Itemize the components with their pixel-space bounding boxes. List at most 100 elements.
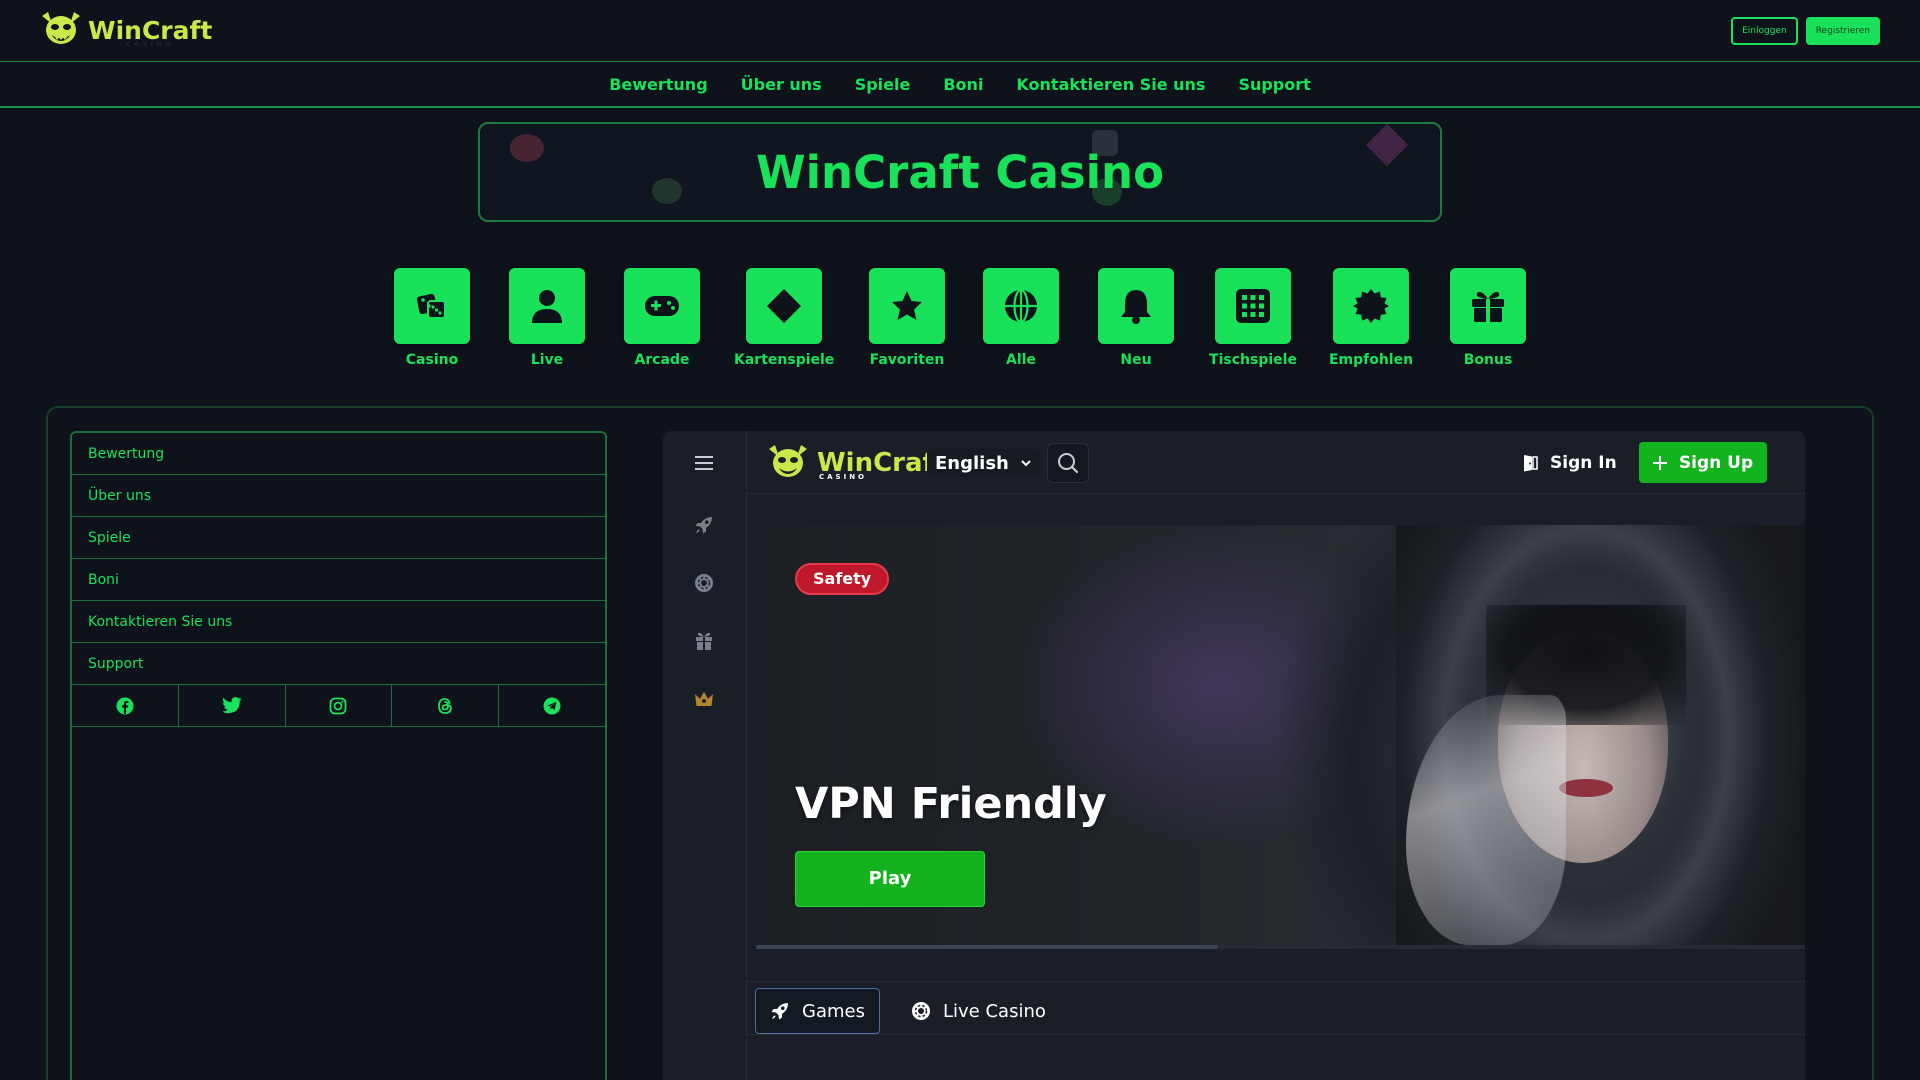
site-logo-subtext: CASINO bbox=[819, 473, 868, 481]
sign-up-label: Sign Up bbox=[1678, 452, 1754, 473]
category-alle[interactable]: Alle bbox=[971, 268, 1071, 368]
tab-live-casino[interactable]: Live Casino bbox=[897, 988, 1060, 1034]
rail-live-button[interactable] bbox=[691, 570, 717, 596]
game-tabs: Games Live Casino bbox=[747, 981, 1805, 1035]
sign-in-label: Sign In bbox=[1550, 453, 1617, 473]
language-select[interactable]: English bbox=[927, 449, 1041, 477]
search-icon bbox=[1058, 453, 1079, 474]
category-tischspiele[interactable]: Tischspiele bbox=[1203, 268, 1303, 368]
category-casino[interactable]: Casino bbox=[382, 268, 482, 368]
rail-games-button[interactable] bbox=[691, 512, 717, 538]
hero-banner: WinCraft Casino bbox=[478, 122, 1442, 222]
sidemenu-item-ueber-uns[interactable]: Über uns bbox=[72, 475, 605, 517]
threads-icon bbox=[438, 697, 453, 714]
embedded-casino-site: WinCraft CASINO English Sign In Sign Up … bbox=[663, 431, 1805, 1080]
sign-in-button[interactable]: Sign In bbox=[1520, 449, 1617, 477]
badge-icon bbox=[1353, 289, 1389, 323]
banner-title: WinCraft Casino bbox=[756, 146, 1164, 199]
category-label: Tischspiele bbox=[1209, 352, 1297, 368]
category-arcade[interactable]: Arcade bbox=[612, 268, 712, 368]
rocket-icon bbox=[695, 517, 712, 534]
social-links bbox=[72, 685, 605, 727]
hero-slide[interactable]: Safety VPN Friendly Play bbox=[756, 525, 1805, 945]
category-label: Arcade bbox=[634, 352, 690, 368]
logo-text: WinCraft bbox=[88, 15, 213, 45]
language-value: English bbox=[935, 452, 1009, 474]
site-header: WinCraft CASINO English Sign In Sign Up bbox=[747, 431, 1805, 494]
hamburger-icon bbox=[695, 456, 713, 470]
nav-link-ueber-uns[interactable]: Über uns bbox=[741, 75, 822, 94]
category-label: Alle bbox=[1006, 352, 1036, 368]
grid-icon bbox=[1236, 289, 1270, 323]
dice-icon bbox=[416, 293, 446, 319]
search-button[interactable] bbox=[1047, 443, 1089, 483]
crown-icon bbox=[695, 692, 713, 706]
tab-label: Live Casino bbox=[943, 1000, 1046, 1022]
chevron-down-icon bbox=[1021, 459, 1031, 466]
category-bonus[interactable]: Bonus bbox=[1438, 268, 1538, 368]
category-label: Casino bbox=[405, 352, 459, 368]
sidemenu-item-support[interactable]: Support bbox=[72, 643, 605, 685]
plus-icon bbox=[1652, 455, 1667, 470]
site-side-rail bbox=[663, 431, 747, 1080]
slider-progress bbox=[756, 945, 1805, 949]
logo-subtext: CASINO bbox=[126, 40, 175, 48]
instagram-link[interactable] bbox=[286, 685, 393, 726]
rocket-icon bbox=[771, 1003, 788, 1020]
category-label: Empfohlen bbox=[1328, 352, 1414, 368]
diamond-icon bbox=[767, 289, 801, 323]
category-label: Bonus bbox=[1463, 352, 1513, 368]
login-button[interactable]: Einloggen bbox=[1731, 17, 1798, 45]
rail-bonus-button[interactable] bbox=[691, 628, 717, 654]
sidemenu-item-bewertung[interactable]: Bewertung bbox=[72, 433, 605, 475]
side-menu: Bewertung Über uns Spiele Boni Kontaktie… bbox=[70, 431, 607, 1080]
star-icon bbox=[892, 291, 922, 320]
twitter-icon bbox=[221, 697, 242, 714]
tab-games[interactable]: Games bbox=[755, 988, 880, 1034]
rail-vip-button[interactable] bbox=[691, 686, 717, 712]
category-live[interactable]: Live bbox=[497, 268, 597, 368]
category-label: Favoriten bbox=[869, 352, 945, 368]
sidemenu-item-spiele[interactable]: Spiele bbox=[72, 517, 605, 559]
top-header: WinCraft CASINO Einloggen Registrieren bbox=[0, 0, 1920, 62]
category-neu[interactable]: Neu bbox=[1086, 268, 1186, 368]
globe-icon bbox=[1005, 288, 1037, 324]
bell-icon bbox=[1121, 290, 1151, 324]
register-button[interactable]: Registrieren bbox=[1805, 17, 1880, 45]
tab-label: Games bbox=[802, 1000, 865, 1022]
slider-progress-fill bbox=[756, 945, 1218, 949]
play-button[interactable]: Play bbox=[795, 851, 985, 907]
hamburger-menu-button[interactable] bbox=[691, 450, 717, 476]
category-label: Kartenspiele bbox=[734, 352, 835, 368]
main-nav: Bewertung Über uns Spiele Boni Kontaktie… bbox=[0, 62, 1920, 108]
category-favoriten[interactable]: Favoriten bbox=[857, 268, 957, 368]
category-kartenspiele[interactable]: Kartenspiele bbox=[734, 268, 834, 368]
telegram-link[interactable] bbox=[499, 685, 605, 726]
goblin-mascot-icon bbox=[42, 12, 80, 44]
facebook-link[interactable] bbox=[72, 685, 179, 726]
category-empfohlen[interactable]: Empfohlen bbox=[1321, 268, 1421, 368]
sidemenu-item-kontakt[interactable]: Kontaktieren Sie uns bbox=[72, 601, 605, 643]
threads-link[interactable] bbox=[392, 685, 500, 726]
sign-up-button[interactable]: Sign Up bbox=[1639, 442, 1767, 483]
gift-icon bbox=[1472, 291, 1504, 322]
safety-badge: Safety bbox=[795, 563, 890, 595]
site-logo[interactable]: WinCraft CASINO bbox=[763, 443, 946, 483]
live-chip-icon bbox=[912, 1002, 930, 1020]
telegram-icon bbox=[543, 697, 561, 714]
facebook-icon bbox=[116, 697, 134, 714]
nav-link-kontakt[interactable]: Kontaktieren Sie uns bbox=[1016, 75, 1205, 94]
category-label: Live bbox=[530, 352, 564, 368]
gift-icon bbox=[696, 632, 712, 650]
twitter-link[interactable] bbox=[179, 685, 286, 726]
category-label: Neu bbox=[1120, 352, 1152, 368]
nav-link-bewertung[interactable]: Bewertung bbox=[609, 75, 707, 94]
site-logo[interactable]: WinCraft CASINO bbox=[38, 8, 212, 52]
person-icon bbox=[532, 290, 562, 323]
instagram-icon bbox=[330, 697, 347, 714]
gamepad-icon bbox=[645, 296, 679, 316]
nav-link-boni[interactable]: Boni bbox=[943, 75, 983, 94]
nav-link-support[interactable]: Support bbox=[1238, 75, 1310, 94]
nav-link-spiele[interactable]: Spiele bbox=[855, 75, 911, 94]
sidemenu-item-boni[interactable]: Boni bbox=[72, 559, 605, 601]
